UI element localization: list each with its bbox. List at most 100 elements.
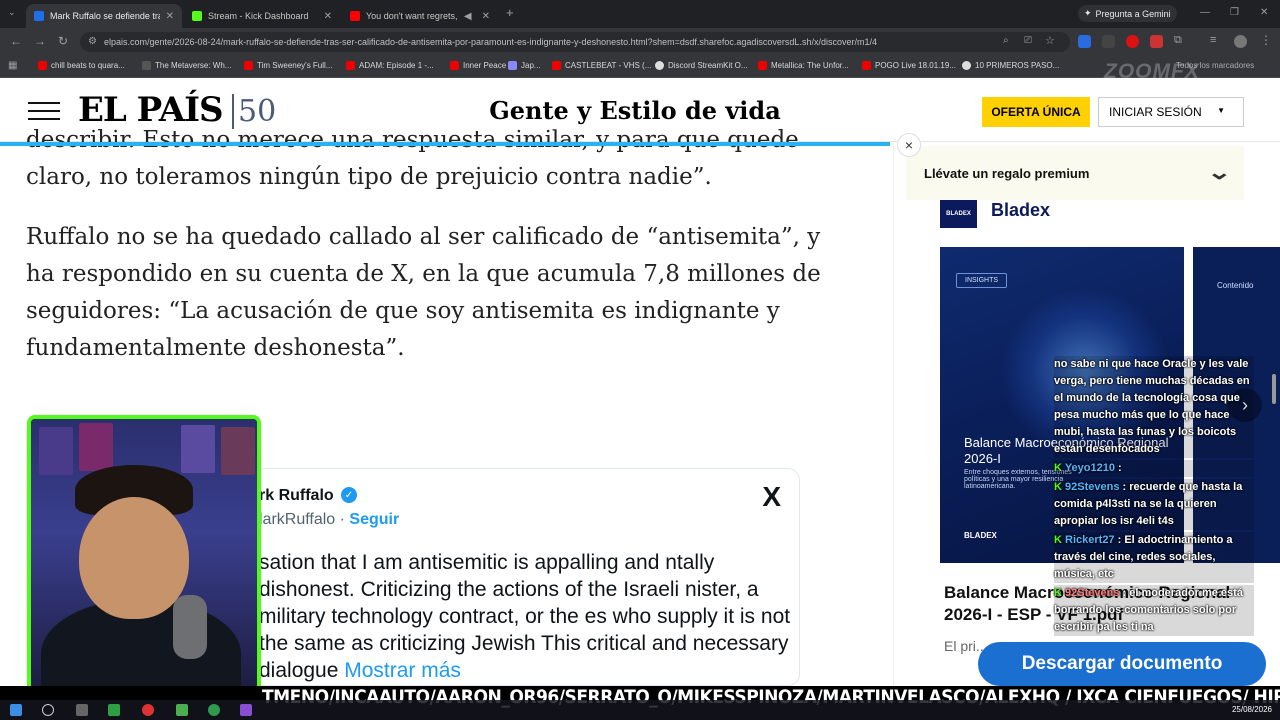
sponsor-name[interactable]: Bladex [991, 200, 1050, 221]
login-button[interactable]: INICIAR SESIÓN ▼ [1098, 97, 1244, 127]
bookmark-label: POGO Live 18.01.19... [875, 61, 956, 70]
new-tab-button[interactable]: + [506, 5, 514, 20]
windows-start-icon[interactable] [10, 704, 22, 716]
task-view-icon[interactable] [76, 704, 88, 716]
card-footer-logo: BLADEX [964, 531, 997, 540]
tab-title: Stream - Kick Dashboard [208, 11, 309, 21]
browser-tab-bar: ⌄ Mark Ruffalo se defiende tras se ✕ Str… [0, 0, 1280, 28]
close-tab-icon[interactable]: ✕ [324, 11, 332, 22]
premium-gift-banner[interactable]: Llévate un regalo premium ⌄ [906, 146, 1244, 200]
reload-icon[interactable]: ↻ [58, 34, 68, 48]
download-document-button[interactable]: Descargar documento [978, 642, 1266, 686]
site-info-icon[interactable]: ⚙ [88, 36, 97, 47]
extension-icon[interactable] [1126, 35, 1139, 48]
bookmark-item[interactable]: Discord StreamKit O... [655, 61, 748, 70]
menu-kebab-icon[interactable]: ⋮ [1260, 33, 1272, 47]
x-logo-icon[interactable]: X [762, 481, 781, 513]
tab-youtube[interactable]: You don't want regrets, so ◀ ✕ [342, 4, 498, 28]
gemini-button[interactable]: ✦ Pregunta a Gemini [1078, 5, 1177, 22]
bookmark-label: The Metaverse: Wh... [155, 61, 232, 70]
insights-tag: INSIGHTS [956, 273, 1008, 288]
microphone [173, 595, 207, 659]
app-icon[interactable] [142, 704, 154, 716]
extension-icon[interactable] [1102, 35, 1115, 48]
show-more-link[interactable]: Mostrar más [344, 659, 461, 682]
speaker-icon[interactable]: ◀ [464, 11, 472, 22]
bookmark-item[interactable]: Inner Peace [450, 61, 506, 70]
close-icon[interactable]: × [897, 133, 921, 157]
youtube-icon [758, 61, 767, 70]
tweet-author-name[interactable]: rk Ruffalo [259, 487, 334, 505]
bookmark-item[interactable]: Metallica: The Unfor... [758, 61, 849, 70]
app-icon[interactable] [240, 704, 252, 716]
follow-button[interactable]: Seguir [349, 511, 399, 528]
embedded-tweet[interactable]: rk Ruffalo ✓ larkRuffalo · Seguir X sati… [230, 468, 800, 686]
youtube-icon [450, 61, 459, 70]
tweet-handle[interactable]: larkRuffalo [259, 511, 335, 528]
offer-button[interactable]: OFERTA ÚNICA [982, 97, 1090, 127]
bookmark-label: ADAM: Episode 1 -... [359, 61, 434, 70]
cast-icon[interactable]: ⎚ [1024, 35, 1032, 46]
app-icon[interactable] [176, 704, 188, 716]
bookmark-label: chill beats to quara... [51, 61, 125, 70]
bookmark-icon [508, 61, 517, 70]
youtube-icon [346, 61, 355, 70]
caret-down-icon: ▼ [1217, 106, 1225, 115]
article-paragraph-top: describir. Esto no merece una respuesta … [26, 122, 836, 196]
extension-icon[interactable] [1078, 35, 1091, 48]
bookmark-item[interactable]: CASTLEBEAT - VHS (... [552, 61, 651, 70]
bookmark-icon [142, 61, 151, 70]
bookmark-label: 10 PRIMEROS PASO... [975, 61, 1060, 70]
section-title[interactable]: Gente y Estilo de vida [480, 96, 790, 125]
close-tab-icon[interactable]: ✕ [482, 11, 490, 22]
close-tab-icon[interactable]: ✕ [166, 11, 174, 22]
address-bar[interactable]: ⚙ elpais.com/gente/2026-08-24/mark-ruffa… [80, 32, 1070, 52]
youtube-icon [552, 61, 561, 70]
extensions-puzzle-icon[interactable]: ⧉ [1174, 34, 1182, 47]
chevron-down-icon[interactable]: ⌄ [1207, 160, 1232, 185]
bookmark-item[interactable]: Jap... [508, 61, 541, 70]
minimize-icon[interactable]: — [1200, 7, 1210, 18]
tab-kick-dashboard[interactable]: Stream - Kick Dashboard ✕ [184, 4, 340, 28]
bladex-logo: BLADEX [940, 200, 977, 228]
bookmark-item[interactable]: ADAM: Episode 1 -... [346, 61, 434, 70]
gemini-icon: ✦ [1084, 8, 1092, 18]
bookmark-label: Jap... [521, 61, 541, 70]
globe-icon [655, 61, 664, 70]
app-icon[interactable] [208, 704, 220, 716]
chat-username: Rickert27 [1065, 534, 1115, 546]
back-icon[interactable]: ← [10, 34, 22, 48]
tweet-body: sation that I am antisemitic is appallin… [259, 549, 799, 684]
profile-avatar[interactable] [1234, 35, 1247, 48]
zoom-icon[interactable]: ⌕ [1003, 35, 1009, 46]
youtube-icon [38, 61, 47, 70]
bookmark-star-icon[interactable]: ☆ [1045, 34, 1055, 47]
address-row: ← → ↻ ⚙ elpais.com/gente/2026-08-24/mark… [0, 28, 1280, 56]
close-window-icon[interactable]: ✕ [1260, 7, 1268, 18]
scrollbar-thumb[interactable] [1272, 374, 1276, 404]
bookmark-label: CASTLEBEAT - VHS (... [565, 61, 652, 70]
extension-icon[interactable] [1150, 35, 1163, 48]
tab-el-pais[interactable]: Mark Ruffalo se defiende tras se ✕ [26, 4, 182, 28]
os-taskbar: 25/08/2026 [0, 700, 1280, 720]
menu-hamburger-icon[interactable] [28, 102, 60, 122]
bookmark-item[interactable]: Tim Sweeney's Full... [244, 61, 332, 70]
youtube-favicon-icon [350, 11, 360, 21]
bookmark-item[interactable]: POGO Live 18.01.19... [862, 61, 956, 70]
separator: · [339, 511, 345, 528]
youtube-icon [862, 61, 871, 70]
search-icon[interactable] [42, 704, 54, 716]
forward-icon[interactable]: → [34, 34, 46, 48]
wall-poster [39, 427, 73, 475]
apps-grid-icon[interactable]: ▦ [8, 60, 17, 71]
bookmark-item[interactable]: chill beats to quara... [38, 61, 125, 70]
reading-list-icon[interactable]: ≡ [1210, 34, 1216, 46]
bookmark-item[interactable]: The Metaverse: Wh... [142, 61, 231, 70]
article-line: claro, no toleramos ningún tipo de preju… [26, 164, 712, 190]
maximize-icon[interactable]: ❐ [1230, 7, 1239, 18]
tab-search-icon[interactable]: ⌄ [8, 7, 16, 18]
article-body: describir. Esto no merece una respuesta … [26, 126, 836, 390]
gemini-label: Pregunta a Gemini [1095, 8, 1171, 19]
app-icon[interactable] [108, 704, 120, 716]
bookmark-item[interactable]: 10 PRIMEROS PASO... [962, 61, 1059, 70]
